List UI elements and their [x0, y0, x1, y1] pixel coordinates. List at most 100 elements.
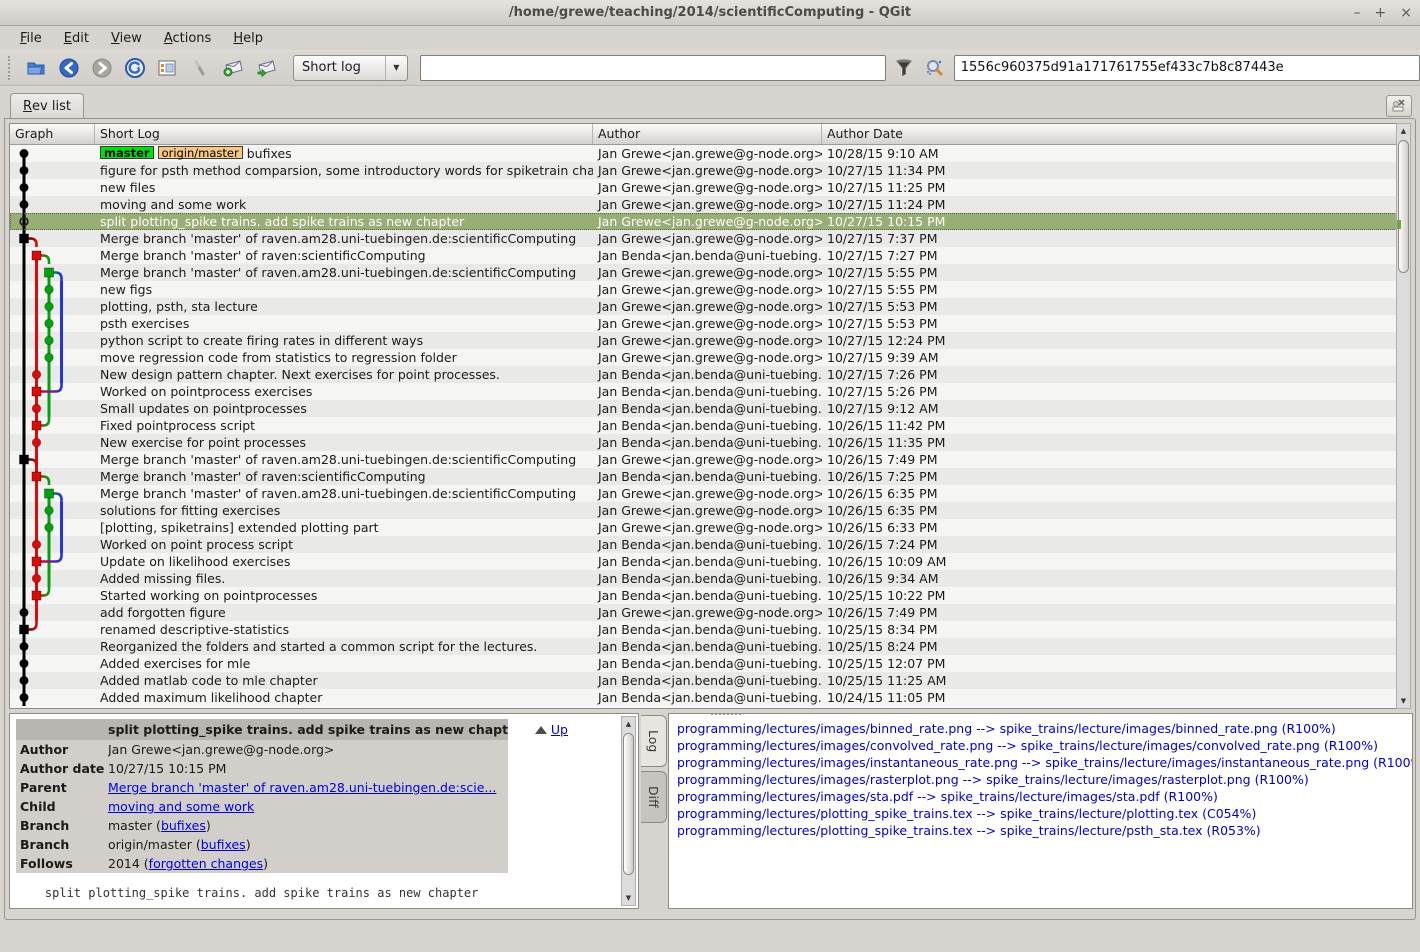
file-rename-entry[interactable]: programming/lectures/images/convolved_ra…	[677, 737, 1412, 754]
filter-highlight-button[interactable]	[892, 55, 917, 81]
rev-row[interactable]: psth exercisesJan Grewe<jan.grewe@g-node…	[10, 315, 1399, 332]
scroll-up-arrow[interactable]: ▲	[622, 717, 635, 731]
menu-view[interactable]: View	[101, 28, 152, 49]
rev-row[interactable]: masterorigin/masterbufixesJan Grewe<jan.…	[10, 145, 1399, 162]
rev-row[interactable]: Small updates on pointprocessesJan Benda…	[10, 400, 1399, 417]
rev-row[interactable]: Worked on point process scriptJan Benda<…	[10, 536, 1399, 553]
file-rename-entry[interactable]: programming/lectures/images/instantaneou…	[677, 754, 1412, 771]
rev-row[interactable]: add forgotten figureJan Grewe<jan.grewe@…	[10, 604, 1399, 621]
short-log-cell: Added missing files.	[95, 570, 593, 587]
rev-row[interactable]: Added maximum likelihood chapterJan Bend…	[10, 689, 1399, 706]
rev-row[interactable]: renamed descriptive-statisticsJan Benda<…	[10, 621, 1399, 638]
column-header-author-date[interactable]: Author Date	[822, 124, 1399, 144]
detail-link[interactable]: bufixes	[161, 818, 206, 833]
reload-button[interactable]	[121, 54, 148, 82]
scroll-down-arrow[interactable]: ▼	[622, 891, 635, 905]
up-link[interactable]: Up	[551, 722, 568, 737]
rev-row[interactable]: solutions for fitting exercisesJan Grewe…	[10, 502, 1399, 519]
rev-row[interactable]: Added exercises for mleJan Benda<jan.ben…	[10, 655, 1399, 672]
menu-help[interactable]: Help	[223, 28, 273, 49]
sha-input[interactable]	[954, 55, 1420, 81]
view-button[interactable]	[154, 54, 181, 82]
title-bar[interactable]: /home/grewe/teaching/2014/scientificComp…	[0, 0, 1420, 26]
author-date-cell: 10/27/15 5:55 PM	[822, 281, 1399, 298]
close-button[interactable]: ×	[1400, 0, 1412, 26]
detail-scrollbar[interactable]: ▲ ▼	[621, 716, 636, 906]
rev-row[interactable]: Started working on pointprocessesJan Ben…	[10, 587, 1399, 604]
author-date-cell: 10/27/15 5:55 PM	[822, 264, 1399, 281]
detail-link[interactable]: moving and some work	[108, 799, 254, 814]
menu-actions[interactable]: Actions	[154, 28, 222, 49]
detail-link[interactable]: Merge branch 'master' of raven.am28.uni-…	[108, 780, 496, 795]
maximize-button[interactable]: +	[1375, 0, 1387, 26]
apply-patch-button[interactable]	[252, 54, 279, 82]
rev-list-scrollbar[interactable]: ▲ ▼	[1396, 123, 1411, 709]
splitter-handle[interactable]	[711, 713, 741, 715]
scrollbar-thumb[interactable]	[623, 733, 634, 875]
rev-row[interactable]: plotting, psth, sta lectureJan Grewe<jan…	[10, 298, 1399, 315]
search-pencil-icon	[925, 58, 945, 78]
graph-cell	[10, 400, 95, 417]
author-date-cell: 10/26/15 11:35 PM	[822, 434, 1399, 451]
column-header-author[interactable]: Author	[593, 124, 822, 144]
rev-row[interactable]: Merge branch 'master' of raven.am28.uni-…	[10, 264, 1399, 281]
scroll-up-arrow[interactable]: ▲	[1397, 124, 1410, 138]
author-date-cell: 10/27/15 11:25 PM	[822, 179, 1399, 196]
find-button[interactable]	[923, 55, 948, 81]
scrollbar-thumb[interactable]	[1398, 140, 1409, 273]
rev-row[interactable]: moving and some workJan Grewe<jan.grewe@…	[10, 196, 1399, 213]
rev-row[interactable]: split plotting_spike trains. add spike t…	[10, 213, 1399, 230]
filter-input[interactable]	[420, 55, 886, 81]
rev-row[interactable]: Reorganized the folders and started a co…	[10, 638, 1399, 655]
toolbar-drag-handle[interactable]	[8, 56, 13, 80]
column-header-short-log[interactable]: Short Log	[95, 124, 593, 144]
rev-row[interactable]: Update on likelihood exercisesJan Benda<…	[10, 553, 1399, 570]
save-patch-button[interactable]	[219, 54, 246, 82]
short-log-cell: psth exercises	[95, 315, 593, 332]
menu-edit[interactable]: Edit	[54, 28, 99, 49]
rev-row[interactable]: [plotting, spiketrains] extended plottin…	[10, 519, 1399, 536]
file-rename-entry[interactable]: programming/lectures/plotting_spike_trai…	[677, 822, 1412, 839]
file-rename-entry[interactable]: programming/lectures/images/sta.pdf --> …	[677, 788, 1412, 805]
column-header-graph[interactable]: Graph	[10, 124, 95, 144]
log-view-select[interactable]: Short log ▼	[293, 55, 408, 81]
tab-log[interactable]: Log	[641, 715, 667, 767]
up-button[interactable]: Up	[535, 722, 568, 737]
tab-diff[interactable]: Diff	[641, 771, 667, 823]
rev-row[interactable]: Added matlab code to mle chapterJan Bend…	[10, 672, 1399, 689]
rev-row[interactable]: Fixed pointprocess scriptJan Benda<jan.b…	[10, 417, 1399, 434]
rev-row[interactable]: Merge branch 'master' of raven:scientifi…	[10, 468, 1399, 485]
rev-row[interactable]: New exercise for point processesJan Bend…	[10, 434, 1399, 451]
rev-row[interactable]: Merge branch 'master' of raven.am28.uni-…	[10, 451, 1399, 468]
file-rename-entry[interactable]: programming/lectures/images/rasterplot.p…	[677, 771, 1412, 788]
tab-rev-list[interactable]: Rev list	[10, 93, 84, 119]
minimize-button[interactable]: –	[1354, 0, 1361, 26]
back-button[interactable]	[56, 54, 83, 82]
wand-button[interactable]	[187, 54, 214, 82]
menu-file[interactable]: File	[10, 28, 52, 49]
open-repository-button[interactable]	[23, 54, 50, 82]
close-tab-button[interactable]	[1386, 95, 1412, 117]
author-date-cell: 10/26/15 6:33 PM	[822, 519, 1399, 536]
commit-message: split plotting_spike trains. add spike t…	[16, 886, 478, 900]
forward-button[interactable]	[88, 54, 115, 82]
rev-row[interactable]: new figsJan Grewe<jan.grewe@g-node.org>1…	[10, 281, 1399, 298]
file-rename-entry[interactable]: programming/lectures/plotting_spike_trai…	[677, 805, 1412, 822]
rev-row[interactable]: Merge branch 'master' of raven:scientifi…	[10, 247, 1399, 264]
short-log-cell: Merge branch 'master' of raven.am28.uni-…	[95, 451, 593, 468]
detail-link[interactable]: forgotten changes	[149, 856, 263, 871]
detail-field-label: Follows	[16, 854, 108, 873]
rev-row[interactable]: New design pattern chapter. Next exercis…	[10, 366, 1399, 383]
file-rename-entry[interactable]: programming/lectures/images/binned_rate.…	[677, 720, 1412, 737]
rev-row[interactable]: Merge branch 'master' of raven.am28.uni-…	[10, 230, 1399, 247]
rev-row[interactable]: new filesJan Grewe<jan.grewe@g-node.org>…	[10, 179, 1399, 196]
rev-row[interactable]: Merge branch 'master' of raven.am28.uni-…	[10, 485, 1399, 502]
scroll-down-arrow[interactable]: ▼	[1397, 694, 1410, 708]
detail-link[interactable]: bufixes	[201, 837, 246, 852]
rev-row[interactable]: move regression code from statistics to …	[10, 349, 1399, 366]
graph-cell	[10, 434, 95, 451]
rev-row[interactable]: figure for psth method comparsion, some …	[10, 162, 1399, 179]
rev-row[interactable]: Worked on pointprocess exercisesJan Bend…	[10, 383, 1399, 400]
rev-row[interactable]: Added missing files.Jan Benda<jan.benda@…	[10, 570, 1399, 587]
rev-row[interactable]: python script to create firing rates in …	[10, 332, 1399, 349]
